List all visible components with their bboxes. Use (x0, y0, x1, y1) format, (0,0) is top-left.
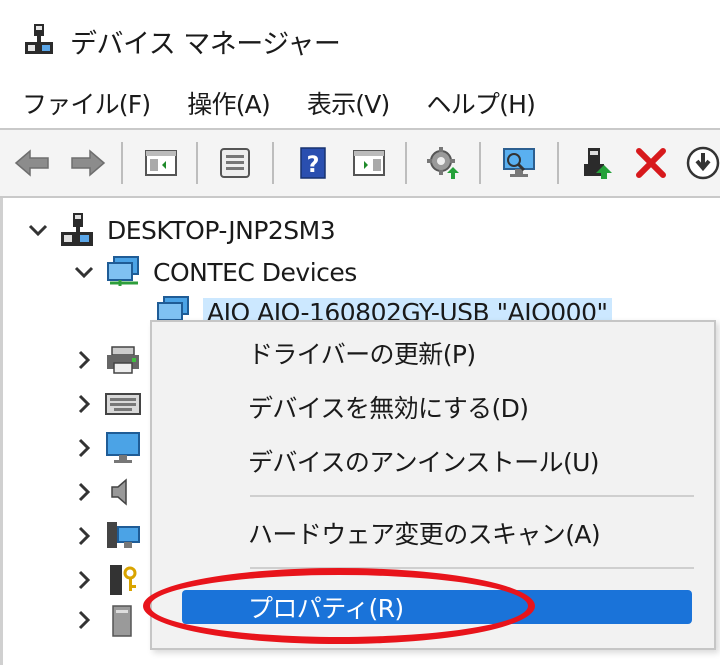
chevron-down-icon[interactable] (71, 259, 97, 285)
update-driver-icon[interactable] (422, 142, 464, 184)
show-action-pane-icon[interactable] (348, 142, 390, 184)
monitor-icon (103, 431, 143, 465)
device-manager-icon (22, 22, 56, 56)
forward-arrow-icon[interactable] (66, 142, 108, 184)
menu-scan-hardware-changes[interactable]: ハードウェア変更のスキャン(A) (152, 508, 712, 558)
storage-icon (103, 603, 143, 637)
chevron-right-icon[interactable] (71, 567, 97, 593)
tree-category-collapsed[interactable] (71, 428, 143, 468)
network-computer-icon (103, 519, 143, 553)
toolbar-separator (196, 142, 198, 184)
chevron-right-icon[interactable] (71, 523, 97, 549)
chevron-down-icon[interactable] (25, 217, 51, 243)
speaker-icon (103, 475, 143, 509)
back-arrow-icon[interactable] (12, 142, 54, 184)
category-label: CONTEC Devices (153, 257, 357, 287)
toolbar-separator (121, 142, 123, 184)
menu-help[interactable]: ヘルプ(H) (427, 85, 536, 121)
tree-category-collapsed[interactable] (71, 560, 143, 600)
security-device-icon (103, 563, 143, 597)
tree-category-collapsed[interactable] (71, 516, 143, 556)
chevron-right-icon[interactable] (71, 391, 97, 417)
toolbar-separator (405, 142, 407, 184)
uninstall-device-icon[interactable] (630, 142, 672, 184)
chevron-right-icon[interactable] (71, 347, 97, 373)
chevron-right-icon[interactable] (71, 607, 97, 633)
menu-separator (250, 495, 694, 497)
tree-category-collapsed[interactable] (71, 600, 143, 640)
menu-view[interactable]: 表示(V) (307, 85, 390, 121)
tree-category-collapsed[interactable] (71, 384, 143, 424)
tree-category-contec[interactable]: CONTEC Devices (71, 252, 357, 292)
menu-action[interactable]: 操作(A) (187, 85, 270, 121)
help-icon[interactable]: ? (292, 142, 334, 184)
menu-uninstall-device[interactable]: デバイスのアンインストール(U) (152, 436, 712, 486)
toolbar: ? (0, 128, 720, 198)
menu-file[interactable]: ファイル(F) (22, 85, 151, 121)
computer-name: DESKTOP-JNP2SM3 (107, 215, 336, 245)
menu-disable-device[interactable]: デバイスを無効にする(D) (152, 382, 712, 432)
chevron-right-icon[interactable] (71, 435, 97, 461)
title-bar: デバイス マネージャー (0, 0, 720, 78)
enable-device-icon[interactable] (576, 142, 618, 184)
menu-update-driver[interactable]: ドライバーの更新(P) (152, 328, 712, 378)
tree-category-collapsed[interactable] (71, 472, 143, 512)
scan-hardware-changes-icon[interactable] (498, 142, 540, 184)
tree-category-collapsed[interactable] (71, 340, 143, 380)
menu-separator (250, 567, 694, 569)
svg-text:?: ? (307, 153, 320, 178)
computer-icon (57, 213, 97, 247)
tree-root[interactable]: DESKTOP-JNP2SM3 (25, 210, 336, 250)
menu-bar: ファイル(F) 操作(A) 表示(V) ヘルプ(H) (0, 78, 720, 128)
toolbar-separator (557, 142, 559, 184)
menu-properties[interactable]: プロパティ(R) (182, 590, 692, 624)
chevron-right-icon[interactable] (71, 479, 97, 505)
toolbar-separator (479, 142, 481, 184)
properties-icon[interactable] (214, 142, 256, 184)
keyboard-icon (103, 387, 143, 421)
window-title: デバイス マネージャー (70, 29, 341, 60)
printer-icon (103, 343, 143, 377)
network-adapter-icon (103, 255, 143, 289)
context-menu: ドライバーの更新(P) デバイスを無効にする(D) デバイスのアンインストール(… (150, 320, 716, 650)
download-driver-icon[interactable] (682, 142, 720, 184)
toolbar-separator (272, 142, 274, 184)
show-hide-console-tree-icon[interactable] (140, 142, 182, 184)
